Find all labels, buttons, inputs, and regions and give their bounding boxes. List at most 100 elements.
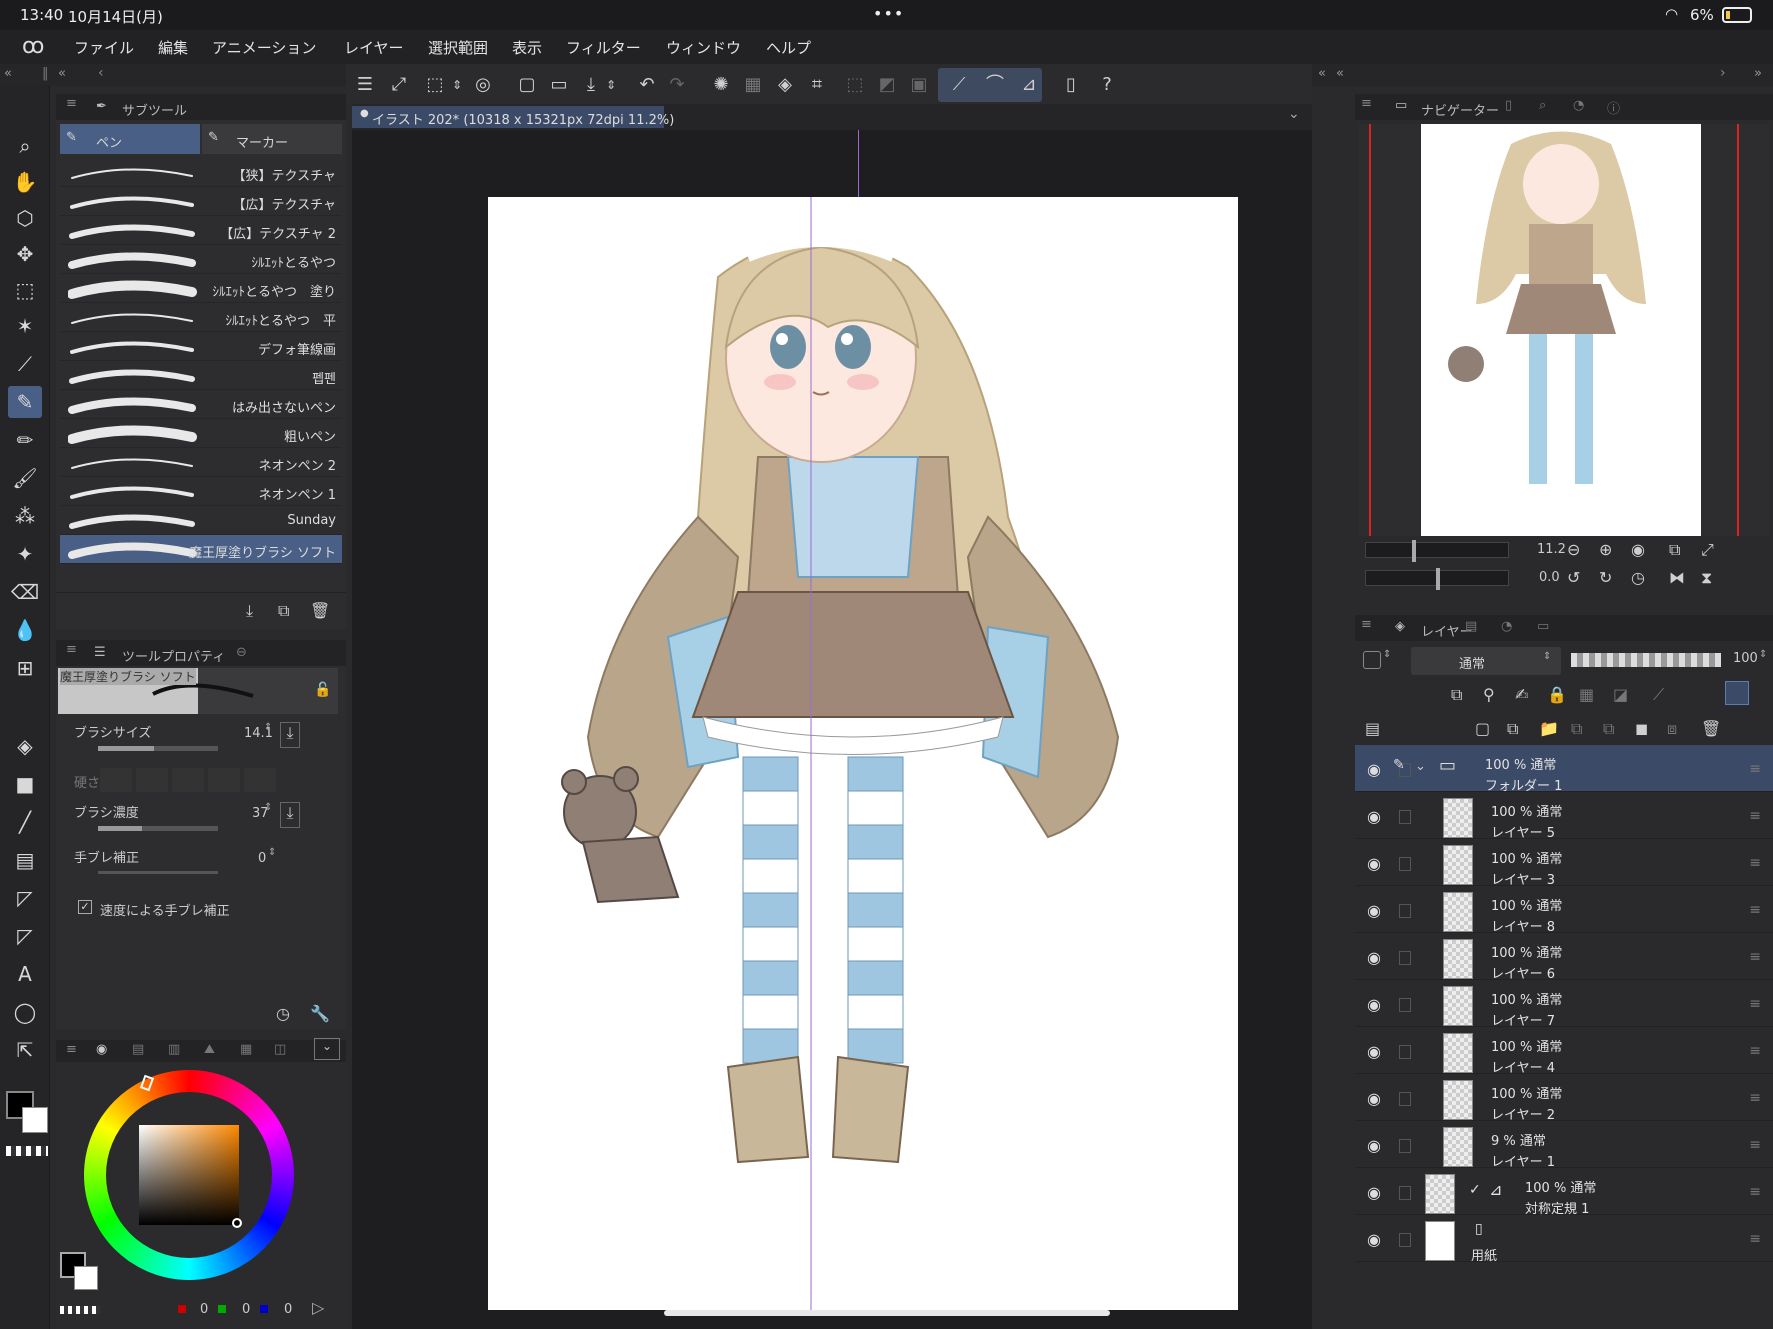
toolprop-tab2-icon[interactable]: ⊖: [236, 645, 247, 660]
zoom-slider[interactable]: [1365, 540, 1509, 562]
download-icon[interactable]: ⤓: [246, 601, 253, 621]
panel-menu-icon[interactable]: ≡: [66, 642, 77, 657]
clear-icon[interactable]: ▦: [740, 73, 766, 97]
stepper-icon[interactable]: ⇕: [1759, 649, 1767, 660]
panel-menu-icon[interactable]: ≡: [1361, 96, 1372, 111]
hardness-selector[interactable]: [100, 768, 280, 792]
layer-edit-target[interactable]: [1399, 1186, 1411, 1200]
brush-item[interactable]: 【広】テクスチャ: [60, 187, 342, 216]
layer-drag-handle-icon[interactable]: ≡: [1749, 1090, 1761, 1106]
save-icon[interactable]: ⤓: [578, 73, 604, 97]
reset-icon[interactable]: ◷: [276, 1004, 290, 1023]
ruler-icon[interactable]: ⟋: [1653, 685, 1664, 705]
invert-selection-icon[interactable]: ◩: [874, 73, 900, 97]
new-raster-layer-icon[interactable]: ▢: [1475, 719, 1490, 738]
duplicate-icon[interactable]: ⧉: [278, 601, 289, 621]
chevron-down-icon[interactable]: ⌄: [1415, 759, 1426, 774]
layer-row[interactable]: ◉ ≡ 100 % 通常 レイヤー 3: [1355, 839, 1773, 888]
apply-mask-icon[interactable]: ⧈: [1667, 719, 1677, 739]
blend-mode-select[interactable]: 通常 ⇕: [1411, 647, 1561, 675]
layer-property-tab-icon[interactable]: ▤: [1465, 619, 1477, 634]
tab-pen[interactable]: ✎ ペン: [60, 124, 200, 154]
density-slider[interactable]: [98, 826, 218, 831]
rotation-slider[interactable]: [1365, 568, 1509, 590]
menu-filter[interactable]: フィルター: [566, 37, 641, 58]
eye-icon[interactable]: ◉: [1367, 854, 1387, 874]
brush-item[interactable]: ｼﾙｴｯﾄとるやつ: [60, 245, 342, 274]
collapse-right-icon-2[interactable]: «: [1336, 66, 1344, 81]
frame-border-icon[interactable]: ▤: [8, 844, 42, 876]
expand-right-icon[interactable]: »: [1754, 66, 1762, 81]
hand-tool-icon[interactable]: ✋: [8, 166, 42, 198]
layer-row[interactable]: ◉ ≡ ▯ 用紙: [1355, 1215, 1773, 1264]
hardness-row[interactable]: 硬さ: [70, 766, 340, 796]
collapse-left-icon[interactable]: «: [4, 66, 12, 81]
menu-file[interactable]: ファイル: [74, 37, 134, 58]
mask-create-icon[interactable]: ◼: [1635, 719, 1648, 738]
stepper-icon[interactable]: ⇕: [264, 802, 272, 813]
layer-drag-handle-icon[interactable]: ≡: [1749, 1137, 1761, 1153]
panel-menu-icon[interactable]: ≡: [1361, 617, 1372, 632]
opacity-slider[interactable]: [1571, 653, 1721, 667]
eye-icon[interactable]: ◉: [1367, 901, 1387, 921]
symmetry-ruler-top[interactable]: [858, 130, 859, 197]
stabilization-row[interactable]: 手ブレ補正 0 ⇕: [70, 845, 340, 881]
balloon-tail-icon[interactable]: ◸: [8, 920, 42, 952]
tab-marker[interactable]: ✎ マーカー: [202, 124, 342, 154]
color-slider-tab-icon[interactable]: ▤: [132, 1042, 144, 1057]
material-tab-icon[interactable]: ◔: [1573, 98, 1584, 113]
brush-size-slider[interactable]: [98, 746, 218, 751]
deselect-icon[interactable]: ⬚: [842, 73, 868, 97]
transparent-color-icon[interactable]: [6, 1146, 48, 1156]
transfer-down-icon[interactable]: ⧉: [1571, 719, 1582, 739]
lock-transparency-icon[interactable]: ▦: [1579, 685, 1594, 704]
transparent-chip[interactable]: [60, 1306, 100, 1314]
selection-border-icon[interactable]: ▣: [906, 73, 932, 97]
eye-icon[interactable]: ◉: [1367, 1183, 1387, 1203]
layer-drag-handle-icon[interactable]: ≡: [1749, 1231, 1761, 1247]
eye-icon[interactable]: ◉: [1367, 948, 1387, 968]
trash-icon[interactable]: 🗑: [310, 601, 330, 620]
sub-color-chip[interactable]: [74, 1266, 98, 1290]
layer-drag-handle-icon[interactable]: ≡: [1749, 949, 1761, 965]
lock-icon[interactable]: 🔒: [1547, 685, 1567, 704]
gradient-icon[interactable]: ■: [8, 768, 42, 800]
layer-edit-target[interactable]: [1399, 810, 1411, 824]
snap-ruler-icon[interactable]: ⟋: [946, 73, 972, 97]
rotate-right-icon[interactable]: ↻: [1599, 568, 1612, 587]
layer-row[interactable]: ◉ ≡ 100 % 通常 レイヤー 7: [1355, 980, 1773, 1029]
brush-item[interactable]: ネオンペン 2: [60, 448, 342, 477]
menu-view[interactable]: 表示: [512, 37, 542, 58]
move-tool-icon[interactable]: ✥: [8, 238, 42, 270]
density-row[interactable]: ブラシ濃度 37 ⇕ ⤓: [70, 800, 340, 840]
selection-tool-icon[interactable]: ⬚: [8, 274, 42, 306]
open-folder-icon[interactable]: ▭: [546, 73, 572, 97]
brush-preview[interactable]: 魔王厚塗りブラシ ソフト 🔓: [58, 668, 338, 714]
blend-icon[interactable]: [1363, 651, 1381, 669]
combine-down-icon[interactable]: ⧉: [1603, 719, 1614, 739]
menu-icon[interactable]: ☰: [352, 73, 378, 97]
balloon-icon[interactable]: ◸: [8, 882, 42, 914]
device-icon[interactable]: ▯: [1058, 73, 1084, 97]
blend-icon[interactable]: 💧: [8, 614, 42, 646]
layer-search-icon[interactable]: ▤: [1365, 719, 1380, 738]
airbrush-icon[interactable]: ⁂: [8, 500, 42, 532]
panel-menu-icon[interactable]: ≡: [66, 96, 77, 111]
eyedropper-icon[interactable]: ⟋: [8, 348, 42, 380]
document-tab[interactable]: ● イラスト 202* (10318 x 15321px 72dpi 11.2%…: [352, 106, 674, 128]
redo-icon[interactable]: ↷: [664, 73, 690, 97]
fill-icon[interactable]: ◈: [772, 73, 798, 97]
item-bank-tab-icon[interactable]: ⌕: [1539, 98, 1546, 113]
download-icon[interactable]: ⤓: [280, 722, 300, 748]
layer-row[interactable]: ◉ ≡ 100 % 通常 レイヤー 8: [1355, 886, 1773, 935]
actual-size-icon[interactable]: ◉: [1631, 540, 1645, 559]
pencil-tool-icon[interactable]: ✏: [8, 424, 42, 456]
animation-tab-icon[interactable]: ▭: [1537, 619, 1549, 634]
brush-item[interactable]: 魔王厚塗りブラシ ソフト: [60, 535, 342, 564]
layer-edit-target[interactable]: [1399, 998, 1411, 1012]
fill-pattern-icon[interactable]: ⊞: [8, 652, 42, 684]
zoom-tool-icon[interactable]: ⌕: [8, 130, 42, 162]
eraser-icon[interactable]: ⌫: [8, 576, 42, 608]
brush-item[interactable]: デフォ筆線画: [60, 332, 342, 361]
history-tab-icon[interactable]: ◔: [1501, 619, 1512, 634]
